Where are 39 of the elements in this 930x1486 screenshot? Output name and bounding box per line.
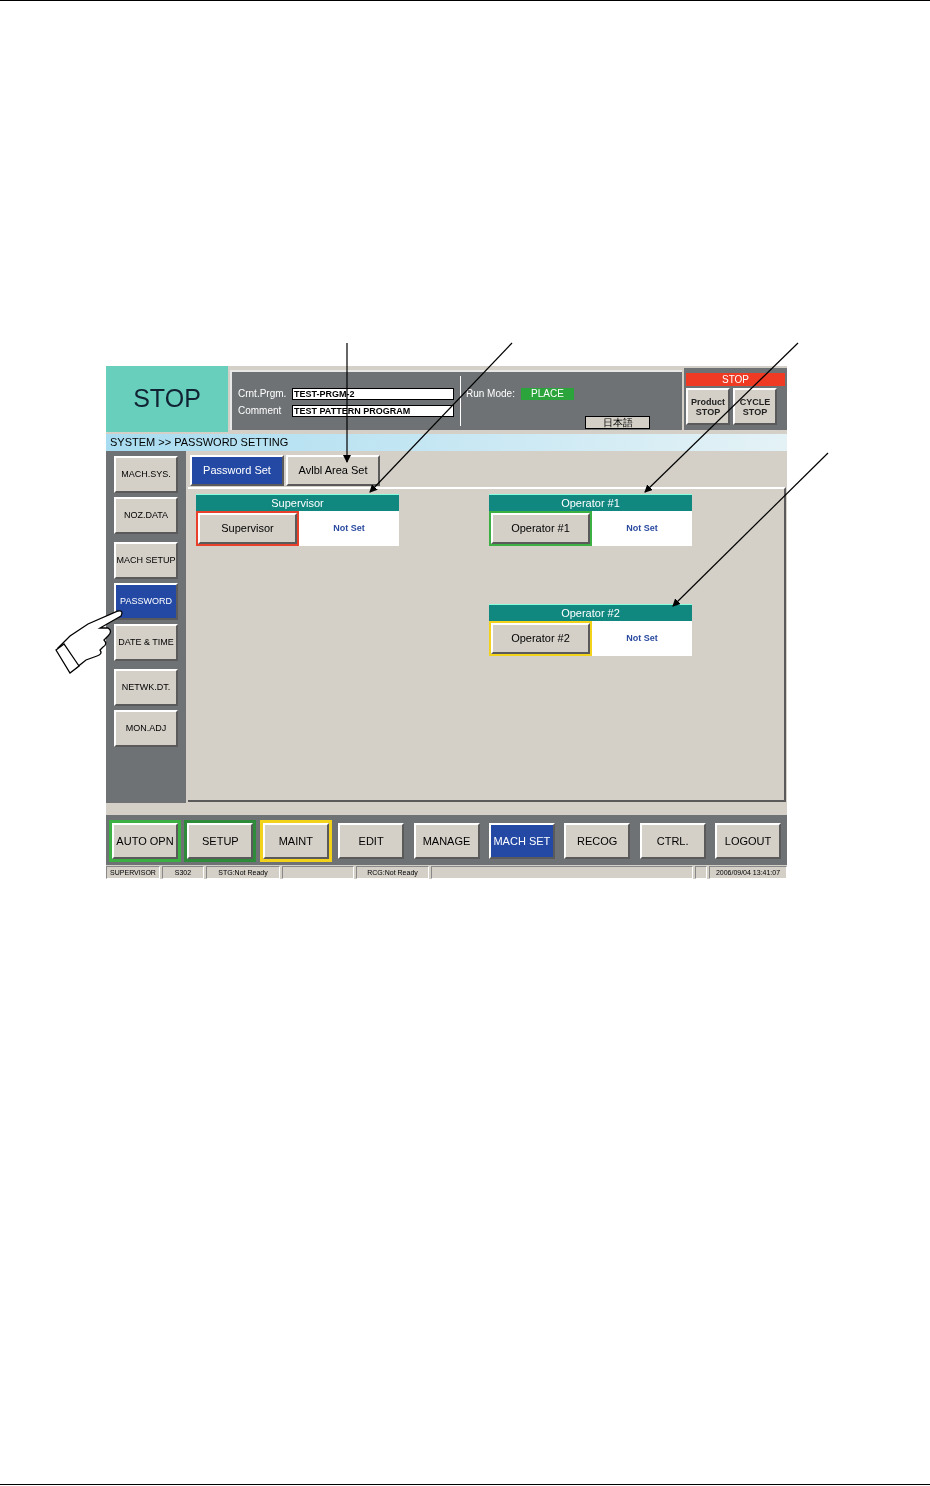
language-button[interactable]: 日本語 bbox=[585, 416, 650, 429]
field-label: Crnt.Prgm. bbox=[238, 387, 288, 401]
stop-indicator: STOP bbox=[686, 373, 785, 386]
sidebar-button[interactable]: NETWK.DT. bbox=[114, 668, 178, 706]
password-status: Not Set bbox=[625, 631, 659, 645]
menu-button[interactable]: MAINT bbox=[262, 823, 329, 860]
user-button[interactable]: Supervisor bbox=[198, 512, 297, 544]
menu-button[interactable]: SETUP bbox=[187, 823, 254, 860]
sidebar-button[interactable]: DATE & TIME bbox=[114, 623, 178, 661]
menu-button[interactable]: CTRL. bbox=[639, 823, 706, 860]
menu-button[interactable]: MACH SET bbox=[488, 823, 555, 860]
run-mode-label: Run Mode: bbox=[466, 387, 515, 401]
menu-button[interactable]: EDIT bbox=[338, 823, 405, 860]
status-cell bbox=[282, 866, 354, 879]
sidebar-button[interactable]: MACH.SYS. bbox=[114, 455, 178, 493]
sidebar-button[interactable]: MACH SETUP bbox=[114, 541, 178, 579]
status-display: STOP bbox=[106, 366, 228, 432]
user-button[interactable]: Operator #1 bbox=[491, 512, 590, 544]
menu-button[interactable]: LOGOUT bbox=[715, 823, 781, 860]
menu-button[interactable]: AUTO OPN bbox=[112, 823, 178, 860]
stop-button[interactable]: CYCLE STOP bbox=[733, 388, 777, 425]
sidebar-button[interactable]: PASSWORD bbox=[114, 582, 178, 620]
tab[interactable]: Password Set bbox=[190, 454, 284, 486]
group-header: Operator #2 bbox=[489, 603, 692, 621]
stop-button[interactable]: Product STOP bbox=[686, 388, 730, 425]
status-cell bbox=[695, 866, 707, 879]
group-header: Operator #1 bbox=[489, 493, 692, 511]
menu-button[interactable]: RECOG bbox=[564, 823, 631, 860]
tab[interactable]: Avlbl Area Set bbox=[286, 454, 380, 486]
field-label: Comment bbox=[238, 404, 283, 418]
sidebar-button[interactable]: NOZ.DATA bbox=[114, 496, 178, 534]
group-header: Supervisor bbox=[196, 493, 399, 511]
breadcrumb-bar: SYSTEM >> PASSWORD SETTING bbox=[106, 433, 787, 451]
password-status: Not Set bbox=[332, 521, 366, 535]
user-button[interactable]: Operator #2 bbox=[491, 622, 590, 654]
password-status: Not Set bbox=[625, 521, 659, 535]
sidebar-button[interactable]: MON.ADJ bbox=[114, 709, 178, 747]
run-mode-badge: PLACE bbox=[520, 387, 574, 400]
menu-button[interactable]: MANAGE bbox=[413, 823, 480, 860]
